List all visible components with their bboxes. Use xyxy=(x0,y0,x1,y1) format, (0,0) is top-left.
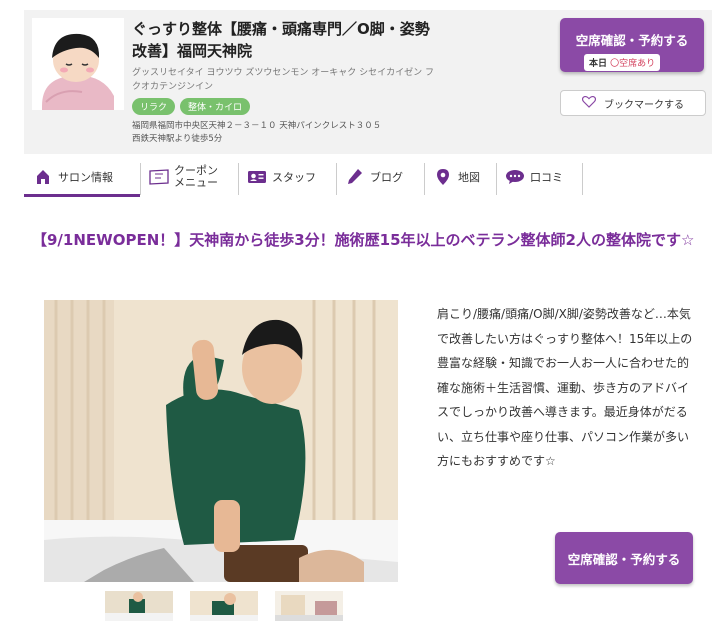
salon-name: ぐっすり整体【腰痛・頭痛専門／O脚・姿勢改善】福岡天神院 xyxy=(132,20,430,60)
salon-header: ぐっすり整体【腰痛・頭痛専門／O脚・姿勢改善】福岡天神院 グッスリセイタイ ヨウ… xyxy=(24,10,712,154)
staff-card-icon xyxy=(246,167,268,187)
salon-tab-bar: サロン情報 クーポン メニュー スタッフ ブログ 地図 口コミ xyxy=(24,160,583,197)
chat-bubble-icon xyxy=(504,167,526,187)
tab-label: 口コミ xyxy=(530,171,563,184)
salon-address: 福岡県福岡市中央区天神２－３－１０ 天神パインクレスト３０５ xyxy=(132,121,382,131)
tab-map[interactable]: 地図 xyxy=(424,160,496,195)
tab-end-divider xyxy=(582,160,583,195)
catch-copy: 【9/1NEWOPEN！】天神南から徒歩3分！施術歴15年以上のベテラン整体師2… xyxy=(32,231,695,249)
tab-blog[interactable]: ブログ xyxy=(336,160,424,195)
availability-badge: 本日 〇空席あり xyxy=(584,54,661,71)
thumbnail-2[interactable] xyxy=(190,591,258,621)
bookmark-button[interactable]: ブックマークする xyxy=(560,90,706,116)
bookmark-label: ブックマークする xyxy=(604,99,684,111)
tab-staff[interactable]: スタッフ xyxy=(238,160,336,195)
coupon-icon xyxy=(148,167,170,187)
home-icon xyxy=(32,167,54,187)
tag-relaxation: リラク xyxy=(132,98,176,115)
tab-salon-info[interactable]: サロン情報 xyxy=(24,160,140,197)
tab-label: ブログ xyxy=(370,171,403,184)
salon-address-block: 福岡県福岡市中央区天神２－３－１０ 天神パインクレスト３０５ 西鉄天神駅より徒歩… xyxy=(132,120,381,146)
salon-description: 肩こり/腰痛/頭痛/O脚/X脚/姿勢改善など…本気で改善したい方はぐっすり整体へ… xyxy=(437,307,693,468)
reserve-button-header[interactable]: 空席確認・予約する 本日 〇空席あり xyxy=(560,18,704,72)
pencil-icon xyxy=(344,167,366,187)
heart-icon xyxy=(581,95,597,111)
thumbnail-1[interactable] xyxy=(105,591,173,621)
reserve-button-label: 空席確認・予約する xyxy=(575,33,689,48)
tab-label: 地図 xyxy=(458,171,480,184)
today-label: 本日 xyxy=(589,59,608,69)
tab-label: サロン情報 xyxy=(58,171,113,184)
tag-seitai-chiro: 整体・カイロ xyxy=(180,98,251,115)
tab-label-line2: メニュー xyxy=(174,176,218,189)
tab-coupon-menu[interactable]: クーポン メニュー xyxy=(140,160,238,195)
thumbnail-3[interactable] xyxy=(275,591,343,621)
availability-status: 〇空席あり xyxy=(610,59,656,69)
main-photo[interactable] xyxy=(44,300,398,582)
salon-name-kana: グッスリセイタイ ヨウツウ ズツウセンモン オーキャク シセイカイゼン フクオカ… xyxy=(132,68,434,92)
tab-reviews[interactable]: 口コミ xyxy=(496,160,582,195)
reserve-button-label: 空席確認・予約する xyxy=(567,551,681,567)
map-pin-icon xyxy=(432,167,454,187)
salon-logo xyxy=(32,18,124,110)
tab-label: スタッフ xyxy=(272,171,316,184)
tab-label-coupon: クーポン メニュー xyxy=(174,165,218,189)
salon-tags: リラク 整体・カイロ xyxy=(132,98,251,115)
salon-access: 西鉄天神駅より徒歩5分 xyxy=(132,134,223,144)
photo-thumbnails xyxy=(105,591,343,621)
reserve-button-main[interactable]: 空席確認・予約する xyxy=(555,532,693,584)
